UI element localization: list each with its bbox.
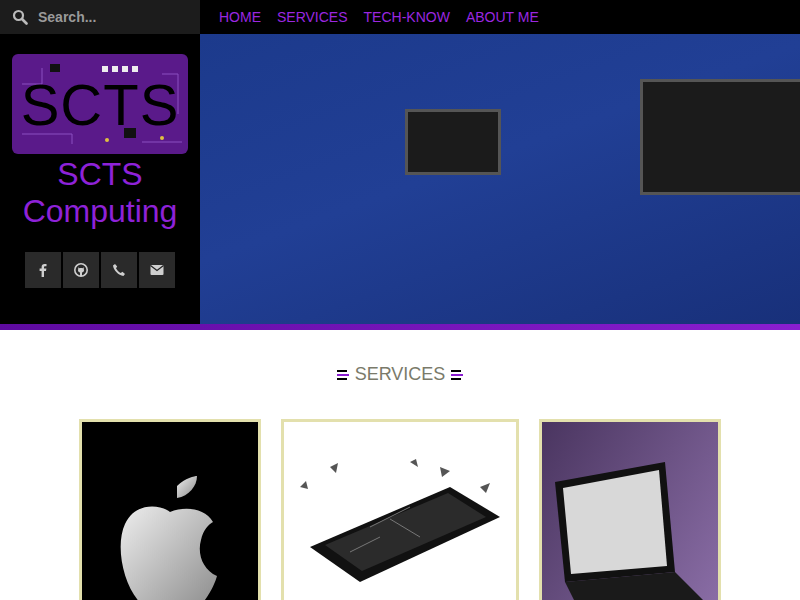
title-decoration: [337, 370, 349, 380]
logo[interactable]: SCTS: [12, 54, 188, 154]
main-nav: HOME SERVICES TECH-KNOW ABOUT ME: [200, 0, 539, 34]
hero: SCTS SCTS Computing: [0, 34, 800, 324]
nav-link[interactable]: HOME: [219, 9, 261, 25]
phone-card[interactable]: [281, 419, 519, 600]
social-links: [25, 252, 175, 288]
envelope-icon: [150, 264, 164, 276]
facebook-icon: [37, 263, 49, 277]
nav-link[interactable]: ABOUT ME: [466, 9, 539, 25]
magnifier-icon: [12, 9, 28, 25]
page: HOME SERVICES TECH-KNOW ABOUT ME SCTS SCTS Co…: [0, 0, 800, 600]
title-decoration: [451, 370, 463, 380]
phone-button[interactable]: [101, 252, 137, 288]
service-cards: [0, 419, 800, 600]
hero-photo: [200, 34, 800, 324]
purple-divider: [0, 324, 800, 330]
chip-shape: [405, 109, 501, 175]
apple-card[interactable]: [79, 419, 261, 600]
sidebar: SCTS SCTS Computing: [0, 34, 200, 324]
github-button[interactable]: [63, 252, 99, 288]
facebook-button[interactable]: [25, 252, 61, 288]
email-button[interactable]: [139, 252, 175, 288]
brand-name: SCTS Computing: [5, 156, 195, 230]
search-field[interactable]: [0, 0, 200, 34]
logo-text: SCTS: [21, 71, 180, 138]
chip-shape: [640, 79, 800, 195]
github-icon: [74, 263, 88, 277]
broken-phone-icon: [290, 457, 510, 587]
nav-link[interactable]: SERVICES: [277, 9, 348, 25]
services-section: SERVICES: [0, 330, 800, 600]
section-title: SERVICES: [0, 364, 800, 385]
laptop-icon: [545, 462, 715, 600]
apple-icon: [105, 472, 235, 600]
laptop-card[interactable]: [539, 419, 721, 600]
phone-icon: [112, 263, 126, 277]
search-input[interactable]: [36, 8, 188, 26]
nav-link[interactable]: TECH-KNOW: [364, 9, 450, 25]
top-bar: HOME SERVICES TECH-KNOW ABOUT ME: [0, 0, 800, 34]
